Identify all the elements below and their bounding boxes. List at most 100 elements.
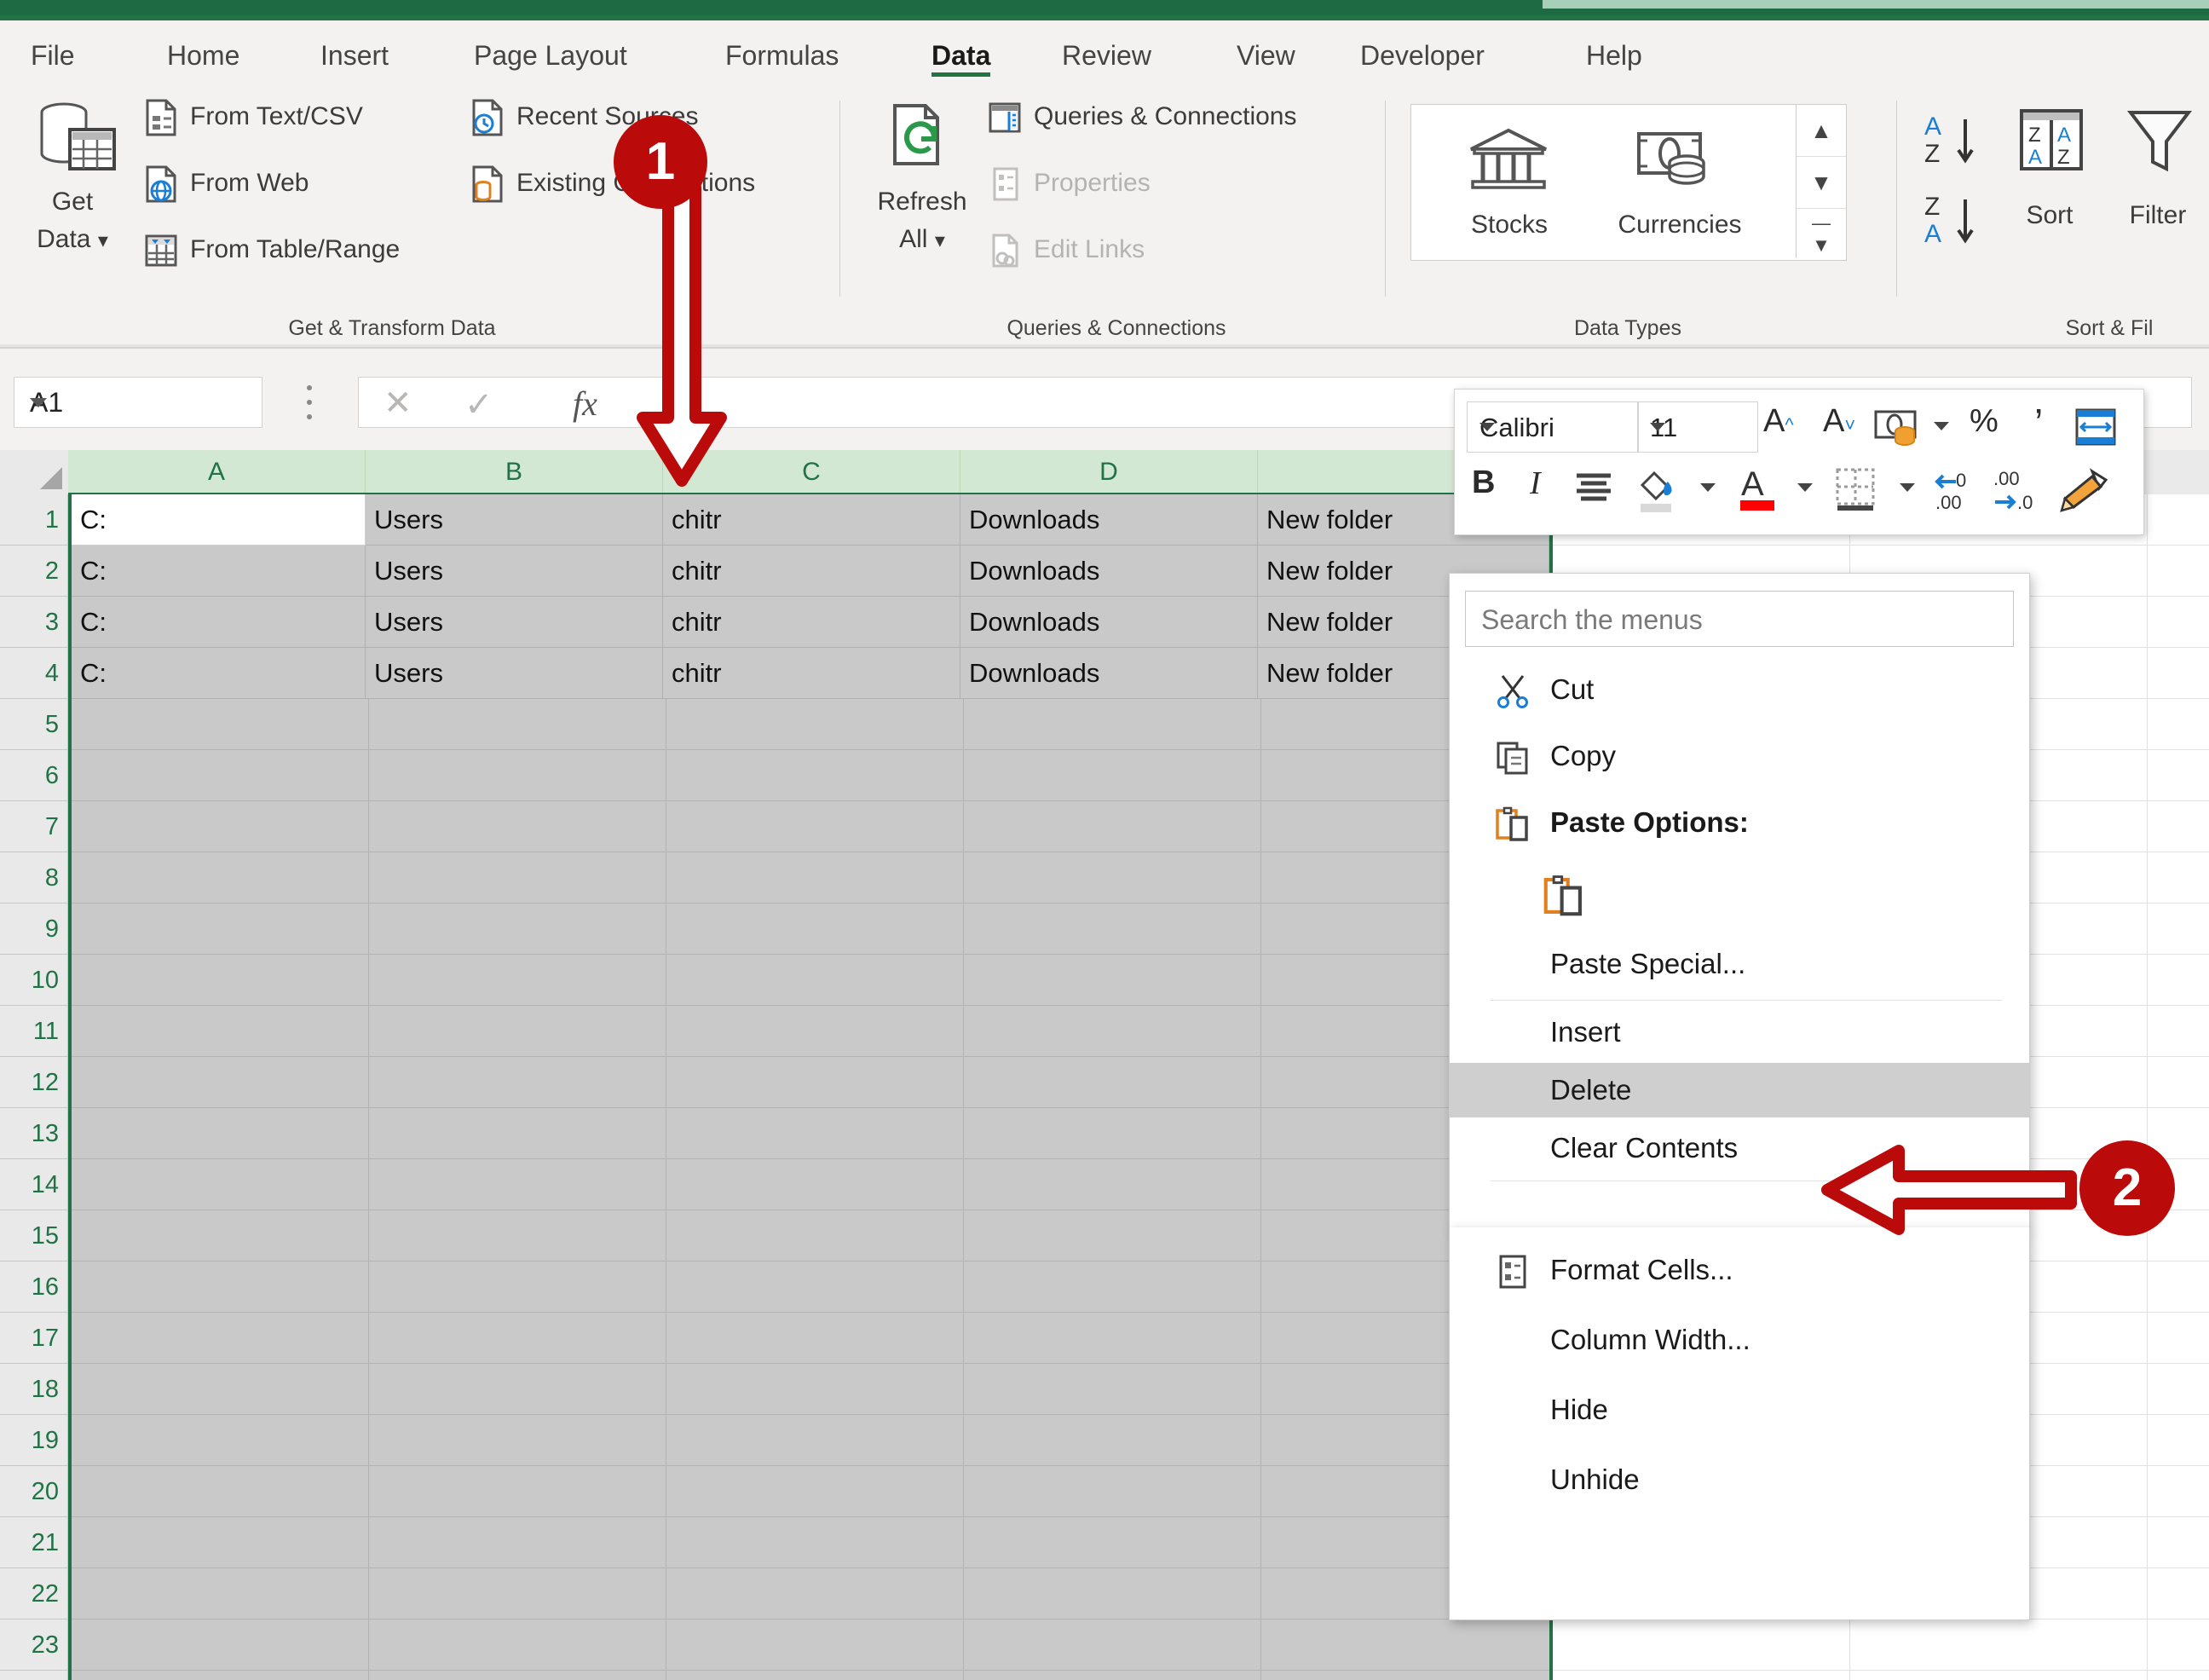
context-menu-item-format-cells[interactable]: Format Cells... [1450, 1248, 2029, 1292]
context-menu-item-copy[interactable]: Copy [1450, 734, 2029, 778]
italic-icon[interactable]: I [1530, 465, 1541, 502]
cell-a4[interactable]: C: [72, 648, 366, 699]
increase-decimal-icon[interactable]: .00.0 [1992, 466, 2043, 518]
cell-a1[interactable]: C: [72, 494, 366, 546]
chevron-down-icon[interactable] [30, 398, 47, 407]
row-header-4[interactable]: 4 [0, 648, 68, 699]
get-data-button[interactable]: Get Data ▾ [9, 95, 136, 266]
row-header-10[interactable]: 10 [0, 955, 68, 1006]
row-header-11[interactable]: 11 [0, 1006, 68, 1057]
tab-insert[interactable]: Insert [315, 31, 394, 80]
accounting-format-icon[interactable] [1874, 408, 1922, 452]
cell-c1[interactable]: chitr [663, 494, 960, 546]
chevron-down-icon[interactable] [1650, 423, 1665, 431]
font-size-box[interactable]: 11 [1637, 401, 1758, 453]
cell-b2[interactable]: Users [366, 546, 663, 597]
sort-za-button[interactable]: ZA [1916, 189, 1989, 257]
context-menu-item-paste-special[interactable]: Paste Special... [1450, 942, 2029, 986]
sort-az-button[interactable]: AZ [1916, 109, 1989, 177]
percent-icon[interactable]: % [1970, 403, 1998, 440]
merge-center-icon[interactable] [2073, 407, 2118, 452]
row-header-16[interactable]: 16 [0, 1261, 68, 1313]
row-header-6[interactable]: 6 [0, 750, 68, 801]
row-header-23[interactable]: 23 [0, 1619, 68, 1671]
cell-context-menu-lower[interactable]: Format Cells... Column Width... Hide Unh… [1449, 1227, 2030, 1620]
scroll-up-icon[interactable]: ▲ [1797, 105, 1846, 156]
gallery-scrollbar[interactable]: ▲ ▼ — ▼ [1796, 105, 1846, 258]
tab-data[interactable]: Data [926, 31, 995, 80]
row-header-13[interactable]: 13 [0, 1108, 68, 1159]
chevron-down-icon[interactable] [1900, 483, 1915, 492]
row-header-5[interactable]: 5 [0, 699, 68, 750]
tab-home[interactable]: Home [162, 31, 245, 80]
row-header-24[interactable] [0, 1671, 68, 1680]
cell-d1[interactable]: Downloads [960, 494, 1258, 546]
row-header-18[interactable]: 18 [0, 1364, 68, 1415]
row-header-15[interactable]: 15 [0, 1210, 68, 1261]
row-header-7[interactable]: 7 [0, 801, 68, 852]
row-header-17[interactable]: 17 [0, 1313, 68, 1364]
bold-icon[interactable]: B [1472, 465, 1495, 501]
name-box[interactable]: A1 [14, 377, 262, 428]
context-menu-item-insert[interactable]: Insert [1450, 1010, 2029, 1054]
context-menu-item-column-width[interactable]: Column Width... [1450, 1318, 2029, 1362]
chevron-down-icon[interactable] [1479, 423, 1495, 431]
context-menu-item-clear-contents[interactable]: Clear Contents [1450, 1126, 2029, 1170]
tab-help[interactable]: Help [1581, 31, 1647, 80]
tab-formulas[interactable]: Formulas [720, 31, 844, 80]
mini-format-toolbar[interactable]: Calibri 11 A^ A˅ % ’ B I A 0.00 .00.0 [1454, 389, 2144, 535]
cell-a2[interactable]: C: [72, 546, 366, 597]
currencies-button[interactable]: Currencies [1595, 110, 1765, 253]
context-menu-item-paste-keep-source-formatting[interactable] [1450, 874, 2029, 935]
decrease-font-size-icon[interactable]: A˅ [1823, 403, 1855, 440]
stocks-button[interactable]: Stocks [1428, 110, 1590, 253]
row-header-9[interactable]: 9 [0, 904, 68, 955]
comma-style-icon[interactable]: ’ [2034, 400, 2043, 446]
column-header-d[interactable]: D [960, 450, 1258, 494]
context-menu-item-delete[interactable]: Delete [1450, 1063, 2029, 1117]
scroll-down-icon[interactable]: ▼ [1797, 156, 1846, 209]
cell-context-menu[interactable]: Search the menus Cut Copy Paste Options:… [1449, 573, 2030, 1229]
tab-review[interactable]: Review [1057, 31, 1156, 80]
align-icon[interactable] [1574, 471, 1613, 510]
chevron-down-icon[interactable] [1700, 483, 1716, 492]
format-painter-icon[interactable] [2058, 468, 2111, 518]
cell-c4[interactable]: chitr [663, 648, 960, 699]
fill-color-icon[interactable] [1634, 466, 1678, 518]
select-all-corner[interactable] [0, 450, 69, 495]
cell-b3[interactable]: Users [366, 597, 663, 648]
borders-icon[interactable] [1833, 466, 1877, 518]
increase-font-size-icon[interactable]: A^ [1763, 403, 1794, 440]
row-header-19[interactable]: 19 [0, 1415, 68, 1466]
font-color-icon[interactable]: A [1736, 465, 1779, 518]
tab-page-layout[interactable]: Page Layout [469, 31, 632, 80]
refresh-all-button[interactable]: Refresh All ▾ [862, 95, 982, 266]
row-header-21[interactable]: 21 [0, 1517, 68, 1568]
decrease-decimal-icon[interactable]: 0.00 [1932, 466, 1983, 518]
row-header-2[interactable]: 2 [0, 546, 68, 597]
search-the-menus-input[interactable]: Search the menus [1465, 591, 2014, 647]
cell-a3[interactable]: C: [72, 597, 366, 648]
context-menu-item-unhide[interactable]: Unhide [1450, 1458, 2029, 1502]
tab-view[interactable]: View [1231, 31, 1301, 80]
context-menu-item-cut[interactable]: Cut [1450, 667, 2029, 712]
row-header-8[interactable]: 8 [0, 852, 68, 904]
cell-c2[interactable]: chitr [663, 546, 960, 597]
cell-d3[interactable]: Downloads [960, 597, 1258, 648]
column-header-c[interactable]: C [663, 450, 960, 494]
cell-b4[interactable]: Users [366, 648, 663, 699]
sort-button[interactable]: ZAAZ Sort [1994, 101, 2105, 263]
cell-b1[interactable]: Users [366, 494, 663, 546]
column-header-b[interactable]: B [366, 450, 663, 494]
insert-function-icon[interactable]: fx [573, 384, 597, 424]
row-header-12[interactable]: 12 [0, 1057, 68, 1108]
cell-d4[interactable]: Downloads [960, 648, 1258, 699]
column-header-a[interactable]: A [68, 450, 366, 494]
row-header-22[interactable]: 22 [0, 1568, 68, 1619]
row-header-3[interactable]: 3 [0, 597, 68, 648]
filter-button[interactable]: Filter [2107, 101, 2209, 263]
chevron-down-icon[interactable] [1934, 422, 1949, 430]
cancel-x-icon[interactable]: ✕ [384, 384, 412, 423]
row-header-1[interactable]: 1 [0, 494, 68, 546]
gallery-more-icon[interactable]: — ▼ [1797, 207, 1846, 258]
